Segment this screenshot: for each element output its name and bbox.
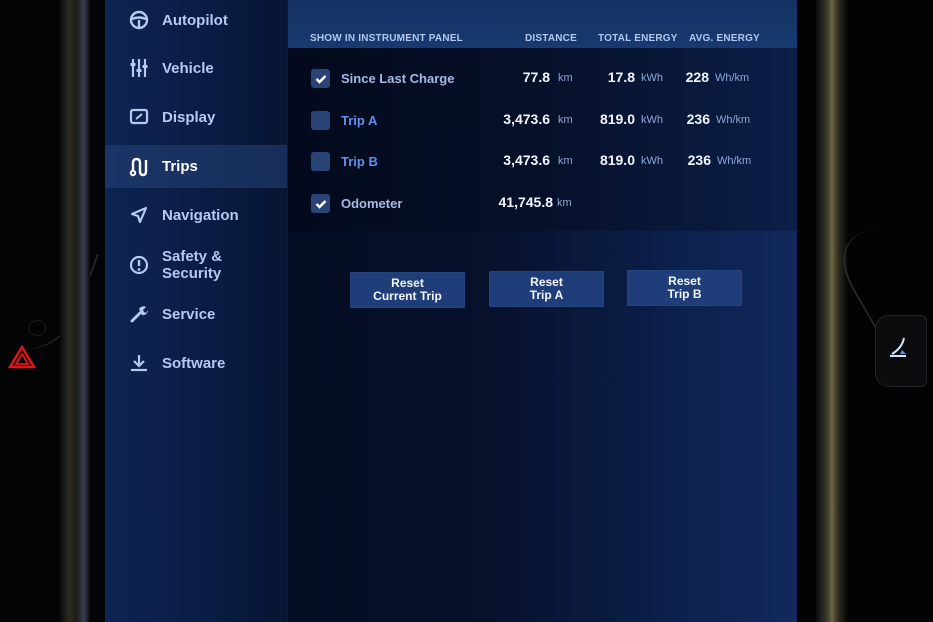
sidebar-item-service[interactable]: Service <box>105 296 287 332</box>
reset-trip-b-button[interactable]: Reset Trip B <box>627 270 742 306</box>
total-energy-value: 819.0 <box>599 111 635 127</box>
touchscreen: Autopilot Vehicle Display Trips Navigati… <box>105 0 797 622</box>
sidebar-item-label: Software <box>162 354 226 372</box>
navigation-arrow-icon <box>128 204 150 226</box>
sidebar-item-label: Service <box>162 305 216 323</box>
glovebox-button[interactable] <box>875 315 927 387</box>
sidebar-item-label: Navigation <box>162 206 239 224</box>
trip-b-link[interactable]: Trip B <box>341 154 378 169</box>
table-row-trip-a: Trip A 3,473.6 km 819.0 kWh 236 Wh/km <box>288 100 797 140</box>
distance-unit: km <box>557 197 572 209</box>
odometer-checkbox[interactable] <box>311 194 330 213</box>
trip-b-checkbox[interactable] <box>311 152 330 171</box>
header-total-energy: TOTAL ENERGY <box>598 33 678 44</box>
avg-energy-unit: Wh/km <box>716 114 751 126</box>
total-energy-unit: kWh <box>641 114 663 126</box>
sidebar-item-label: Safety & Security <box>162 248 223 282</box>
sidebar-item-display[interactable]: Display <box>105 99 287 135</box>
avg-energy-unit: Wh/km <box>715 72 750 84</box>
distance-unit: km <box>558 155 573 167</box>
header-distance: DISTANCE <box>525 33 577 44</box>
sidebar-item-software[interactable]: Software <box>105 345 287 381</box>
sidebar-item-label: Autopilot <box>162 11 228 29</box>
sidebar-item-navigation[interactable]: Navigation <box>105 197 287 233</box>
trip-a-link[interactable]: Trip A <box>341 113 377 128</box>
wrench-icon <box>128 303 150 325</box>
distance-unit: km <box>558 114 573 126</box>
button-label-line2: Current Trip <box>373 289 442 303</box>
table-row-odometer: Odometer 41,745.8 km <box>288 183 797 223</box>
exclamation-circle-icon <box>128 254 150 276</box>
left-screen-trim <box>60 0 90 622</box>
trips-route-icon <box>128 156 150 178</box>
avg-energy-value: 236 <box>686 111 710 127</box>
button-label-line2: Trip A <box>529 288 564 302</box>
trips-table: Since Last Charge 77.8 km 17.8 kWh 228 W… <box>288 48 797 231</box>
glovebox-icon <box>890 337 906 357</box>
table-row-since-last-charge: Since Last Charge 77.8 km 17.8 kWh 228 W… <box>288 58 797 98</box>
total-energy-value: 17.8 <box>607 69 635 85</box>
settings-sidebar: Autopilot Vehicle Display Trips Navigati… <box>105 0 287 622</box>
trips-table-header: SHOW IN INSTRUMENT PANEL DISTANCE TOTAL … <box>288 0 797 48</box>
download-icon <box>128 352 150 374</box>
checkmark-icon <box>315 74 326 84</box>
distance-value: 3,473.6 <box>503 152 550 168</box>
total-energy-unit: kWh <box>641 155 663 167</box>
sidebar-item-vehicle[interactable]: Vehicle <box>105 50 287 86</box>
trips-panel: SHOW IN INSTRUMENT PANEL DISTANCE TOTAL … <box>288 0 797 622</box>
checkmark-icon <box>315 199 326 209</box>
header-avg-energy: AVG. ENERGY <box>689 33 760 44</box>
header-show-in-instrument-panel: SHOW IN INSTRUMENT PANEL <box>310 33 463 44</box>
sliders-icon <box>128 57 150 79</box>
row-label: Since Last Charge <box>341 71 455 86</box>
display-icon <box>128 106 150 128</box>
avg-energy-value: 228 <box>685 69 709 85</box>
total-energy-value: 819.0 <box>599 152 635 168</box>
hazard-warning-icon[interactable] <box>8 345 36 369</box>
right-screen-trim <box>816 0 848 622</box>
table-row-trip-b: Trip B 3,473.6 km 819.0 kWh 236 Wh/km <box>288 141 797 181</box>
trip-a-checkbox[interactable] <box>311 111 330 130</box>
sidebar-item-autopilot[interactable]: Autopilot <box>105 2 287 38</box>
since-last-charge-checkbox[interactable] <box>311 69 330 88</box>
avg-energy-value: 236 <box>687 152 711 168</box>
reset-trip-a-button[interactable]: Reset Trip A <box>489 271 604 307</box>
avg-energy-unit: Wh/km <box>717 155 752 167</box>
steering-wheel-icon <box>128 9 150 31</box>
total-energy-unit: kWh <box>641 72 663 84</box>
button-label-line2: Trip B <box>667 287 702 301</box>
distance-unit: km <box>558 72 573 84</box>
sidebar-item-label: Vehicle <box>162 59 214 77</box>
sidebar-item-label: Trips <box>162 158 198 175</box>
row-label: Odometer <box>341 196 403 211</box>
reset-current-trip-button[interactable]: Reset Current Trip <box>350 272 465 308</box>
hazard-knob <box>28 320 46 336</box>
sidebar-item-safety-security[interactable]: Safety & Security <box>105 245 287 285</box>
distance-value: 41,745.8 <box>498 194 554 210</box>
distance-value: 3,473.6 <box>503 111 550 127</box>
sidebar-item-label: Display <box>162 108 216 126</box>
distance-value: 77.8 <box>522 69 550 85</box>
sidebar-item-trips[interactable]: Trips <box>105 145 287 188</box>
